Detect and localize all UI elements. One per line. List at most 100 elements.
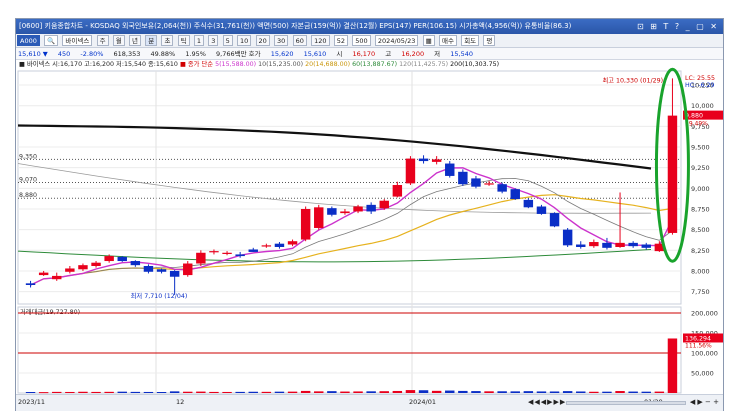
volume-bar	[248, 391, 258, 393]
top-right-label-1: LC: 25.55	[685, 75, 715, 82]
scroll-nav-buttons[interactable]: ◀◀◀▶▶▶	[528, 398, 566, 406]
volume-bar	[353, 391, 363, 393]
volume-bar	[156, 392, 167, 393]
volume-bar	[445, 390, 455, 393]
candle-body	[523, 199, 534, 208]
volume-bar	[523, 391, 534, 393]
volume-bar	[471, 391, 481, 393]
candle-body	[38, 272, 49, 276]
candle-body	[641, 244, 651, 248]
volume-flag-pct: 111.56%	[685, 342, 712, 349]
candle-body	[510, 189, 520, 200]
candle-body	[78, 265, 88, 270]
candle-body	[549, 213, 560, 227]
volume-bar	[654, 391, 665, 393]
chart-window: [0600] 키움종합차트 - KOSDAQ 외국인보유(2,064(천)) 주…	[15, 18, 724, 411]
volume-bar	[536, 391, 547, 393]
candle-body	[222, 252, 232, 254]
volume-bar	[274, 391, 285, 393]
volume-bar	[667, 338, 678, 393]
volume-bar	[327, 391, 337, 393]
candle-body	[576, 244, 586, 247]
candle-body	[91, 262, 101, 266]
candle-body	[497, 184, 507, 192]
chart-bottom-bar: 2023/11 12 2024/01 01/29 ◀◀◀▶▶▶ ◀ ▶ − +	[16, 394, 723, 411]
candle-body	[52, 275, 62, 280]
candle-body	[628, 242, 638, 247]
chart-scrollbar[interactable]	[566, 401, 686, 405]
volume-flag-value: 136,294	[685, 335, 711, 342]
volume-bar	[52, 391, 62, 393]
price-tick-4: 9,250	[691, 164, 710, 172]
volume-bar	[628, 391, 638, 393]
volume-bar	[497, 391, 507, 393]
candle-body	[458, 171, 468, 185]
zoom-controls[interactable]: ◀ ▶ − +	[690, 398, 719, 406]
volume-bar	[91, 391, 101, 393]
volume-bar	[366, 391, 376, 393]
candle-body	[353, 206, 363, 212]
volume-bar	[641, 391, 651, 393]
candle-body	[484, 183, 494, 185]
price-tick-3: 9,500	[691, 144, 710, 152]
left-tick-2: 8,880	[19, 192, 37, 199]
candle-body	[130, 261, 141, 266]
candle-body	[183, 263, 193, 276]
volume-bar	[576, 391, 586, 393]
candle-body	[261, 245, 272, 247]
volume-bar	[117, 391, 127, 393]
volume-tick-2: 100,000	[691, 350, 718, 358]
price-tick-10: 7,750	[691, 288, 710, 296]
candle-body	[405, 158, 416, 184]
top-right-label-2: HC: -6.29	[685, 82, 715, 89]
volume-bar	[209, 391, 219, 393]
candle-body	[300, 208, 311, 240]
candle-body	[431, 159, 442, 162]
volume-bar	[78, 391, 88, 393]
candle-body	[104, 256, 114, 262]
volume-tick-0: 200,000	[691, 310, 718, 318]
volume-bar	[222, 391, 232, 393]
candle-body	[143, 265, 154, 272]
candle-body	[209, 251, 219, 253]
candle-body	[615, 242, 625, 247]
candle-body	[366, 204, 376, 212]
volume-bar	[143, 391, 154, 393]
candle-body	[248, 249, 258, 252]
volume-bar	[392, 390, 403, 393]
volume-bar	[418, 390, 429, 393]
candle-body	[65, 268, 75, 272]
volume-bar	[183, 391, 193, 393]
candle-body	[314, 207, 324, 228]
price-chart[interactable]: 거래대금(19,727.80)10,25010,0009,7509,5009,2…	[16, 19, 723, 394]
x-label-jan: 2024/01	[409, 398, 437, 406]
volume-bar	[130, 391, 141, 393]
candle-body	[379, 200, 389, 209]
price-tick-5: 9,000	[691, 185, 710, 193]
candle-body	[392, 185, 403, 197]
volume-bar	[25, 392, 36, 393]
x-label-dec: 12	[176, 398, 185, 406]
price-tick-7: 8,500	[691, 226, 710, 234]
volume-bar	[615, 391, 625, 393]
x-label-start: 2023/11	[18, 398, 46, 406]
ma5-line	[30, 167, 674, 286]
candle-body	[418, 158, 429, 162]
volume-bar	[196, 391, 206, 393]
volume-bar	[340, 391, 350, 393]
volume-bar	[287, 391, 298, 393]
volume-legend: 거래대금(19,727.80)	[20, 307, 80, 316]
price-tick-8: 8,250	[691, 247, 710, 255]
volume-bar	[458, 390, 468, 393]
volume-panel	[17, 306, 682, 394]
volume-bar	[104, 391, 114, 393]
candle-body	[536, 206, 547, 214]
volume-bar	[38, 392, 49, 394]
volume-bar	[169, 391, 180, 393]
candle-body	[117, 256, 127, 262]
ma10-line	[30, 178, 673, 286]
volume-bar	[405, 390, 416, 393]
candle-body	[235, 254, 245, 257]
candle-body	[25, 283, 36, 285]
volume-bar	[314, 391, 324, 393]
